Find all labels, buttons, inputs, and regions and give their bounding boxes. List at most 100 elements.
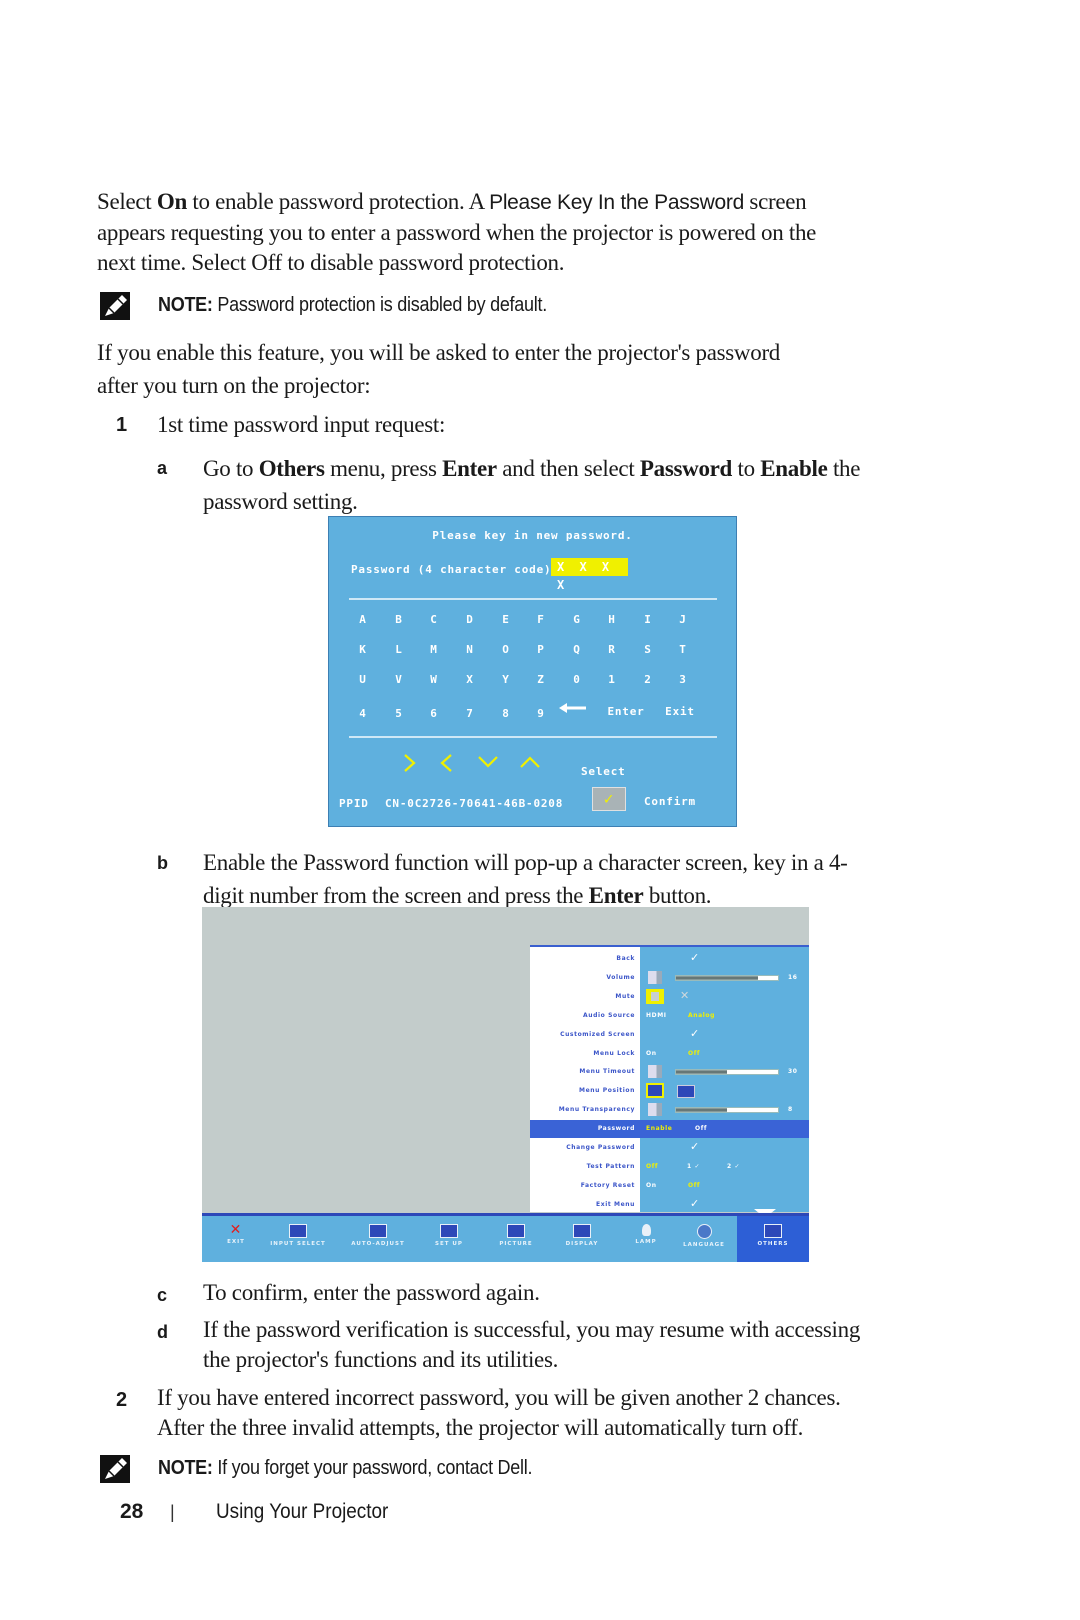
menu-row-volume[interactable]: Volume 16 — [530, 969, 809, 987]
key[interactable]: N — [458, 643, 482, 656]
option[interactable]: On — [646, 1050, 657, 1057]
key[interactable]: 3 — [671, 673, 695, 686]
key[interactable]: 0 — [565, 673, 589, 686]
key[interactable]: E — [494, 613, 518, 626]
option[interactable]: Off — [688, 1182, 700, 1189]
key[interactable]: H — [600, 613, 624, 626]
menu-row-menu-position[interactable]: Menu Position — [530, 1082, 809, 1100]
tab-display[interactable]: DISPLAY — [548, 1216, 616, 1262]
position-bottom-left-icon[interactable] — [646, 1083, 664, 1099]
menu-row-change-password[interactable]: Change Password ✓ — [530, 1139, 809, 1157]
tab-picture[interactable]: PICTURE — [482, 1216, 550, 1262]
checkmark-icon[interactable]: ✓ — [690, 1197, 700, 1210]
checkmark-icon[interactable]: ✓ — [690, 951, 700, 964]
option[interactable]: Off — [646, 1163, 658, 1170]
menu-row-menu-lock[interactable]: Menu Lock On Off — [530, 1045, 809, 1063]
menu-row-customized-screen[interactable]: Customized Screen ✓ — [530, 1026, 809, 1044]
tab-language[interactable]: LANGUAGE — [670, 1216, 738, 1262]
exit-key[interactable]: Exit — [663, 705, 697, 718]
checkmark-icon[interactable]: ✓ — [690, 1140, 700, 1153]
enter-key[interactable]: Enter — [606, 705, 646, 718]
key[interactable]: C — [422, 613, 446, 626]
test-pattern-1-option[interactable]: 1 ✓ — [687, 1163, 700, 1170]
menu-row-back[interactable]: Back ✓ — [530, 950, 809, 968]
display-icon — [573, 1224, 591, 1238]
key[interactable]: U — [351, 673, 375, 686]
right-chevron-icon[interactable] — [403, 753, 417, 773]
key[interactable]: Q — [565, 643, 589, 656]
key[interactable]: O — [494, 643, 518, 656]
key[interactable]: Y — [494, 673, 518, 686]
key[interactable]: B — [387, 613, 411, 626]
left-chevron-icon[interactable] — [439, 753, 453, 773]
position-top-left-icon[interactable] — [677, 1085, 695, 1099]
key[interactable]: 7 — [458, 707, 482, 720]
level-slider[interactable] — [675, 974, 779, 981]
key[interactable]: W — [422, 673, 446, 686]
key[interactable]: S — [636, 643, 660, 656]
tab-label: AUTO-ADJUST — [351, 1241, 405, 1247]
key[interactable]: J — [671, 613, 695, 626]
menu-row-mute[interactable]: Mute ✕ — [530, 988, 809, 1006]
key[interactable]: T — [671, 643, 695, 656]
tab-label: INPUT SELECT — [270, 1241, 326, 1247]
key[interactable]: L — [387, 643, 411, 656]
option[interactable]: Analog — [688, 1012, 715, 1019]
key[interactable]: X — [458, 673, 482, 686]
down-chevron-icon[interactable] — [477, 755, 499, 769]
key[interactable]: M — [422, 643, 446, 656]
menu-row-password[interactable]: Password Enable Off — [530, 1120, 809, 1139]
key[interactable]: 6 — [422, 707, 446, 720]
menu-row-label: Factory Reset — [580, 1181, 635, 1189]
tab-auto-adjust[interactable]: AUTO-ADJUST — [344, 1216, 412, 1262]
password-field[interactable]: X X X X — [551, 558, 628, 592]
key[interactable]: P — [529, 643, 553, 656]
checkmark-icon[interactable]: ✓ — [690, 1027, 700, 1040]
key[interactable]: F — [529, 613, 553, 626]
key[interactable]: I — [636, 613, 660, 626]
slider-value: 30 — [788, 1068, 798, 1076]
menu-row-factory-reset[interactable]: Factory Reset On Off — [530, 1177, 809, 1195]
key[interactable]: R — [600, 643, 624, 656]
key[interactable]: G — [565, 613, 589, 626]
tab-label: EXIT — [227, 1239, 245, 1245]
tab-input-select[interactable]: INPUT SELECT — [264, 1216, 332, 1262]
menu-row-menu-timeout[interactable]: Menu Timeout 30 — [530, 1063, 809, 1081]
level-slider[interactable] — [675, 1069, 779, 1076]
key[interactable]: V — [387, 673, 411, 686]
key[interactable]: 8 — [494, 707, 518, 720]
tab-exit[interactable]: ✕ EXIT — [202, 1216, 270, 1262]
menu-row-audio-source[interactable]: Audio Source HDMI Analog — [530, 1007, 809, 1025]
menu-row-test-pattern[interactable]: Test Pattern Off 1 ✓ 2 ✓ — [530, 1158, 809, 1176]
step-1b-text: Enable the Password function will pop-up… — [203, 850, 848, 908]
speaker-on-icon[interactable] — [646, 988, 664, 1004]
level-slider[interactable] — [675, 1107, 779, 1114]
key[interactable]: 2 — [636, 673, 660, 686]
test-pattern-2-option[interactable]: 2 ✓ — [727, 1163, 740, 1170]
left-arrow-icon[interactable] — [557, 702, 587, 714]
option[interactable]: Off — [695, 1125, 707, 1132]
option[interactable]: On — [646, 1182, 657, 1189]
step-1a-marker: a — [157, 458, 168, 478]
option[interactable]: HDMI — [646, 1012, 667, 1019]
key[interactable]: 9 — [529, 707, 553, 720]
key[interactable]: K — [351, 643, 375, 656]
key[interactable]: D — [458, 613, 482, 626]
up-chevron-icon[interactable] — [519, 755, 541, 769]
key[interactable]: 4 — [351, 707, 375, 720]
paragraph-2-line-1: If you enable this feature, you will be … — [97, 340, 781, 365]
key[interactable]: 5 — [387, 707, 411, 720]
tab-set-up[interactable]: SET UP — [415, 1216, 483, 1262]
option[interactable]: Off — [688, 1050, 700, 1057]
speaker-mute-icon[interactable]: ✕ — [680, 989, 690, 1002]
key[interactable]: 1 — [600, 673, 624, 686]
tab-others[interactable]: OTHERS — [737, 1216, 809, 1262]
confirm-button[interactable]: ✓ — [592, 787, 626, 811]
option[interactable]: Enable — [646, 1125, 672, 1132]
menu-row-label: Exit Menu — [596, 1200, 635, 1208]
key[interactable]: A — [351, 613, 375, 626]
key[interactable]: Z — [529, 673, 553, 686]
menu-row-label: Audio Source — [583, 1011, 635, 1019]
confirm-label: Confirm — [644, 795, 696, 808]
menu-row-menu-transparency[interactable]: Menu Transparency 8 — [530, 1101, 809, 1119]
